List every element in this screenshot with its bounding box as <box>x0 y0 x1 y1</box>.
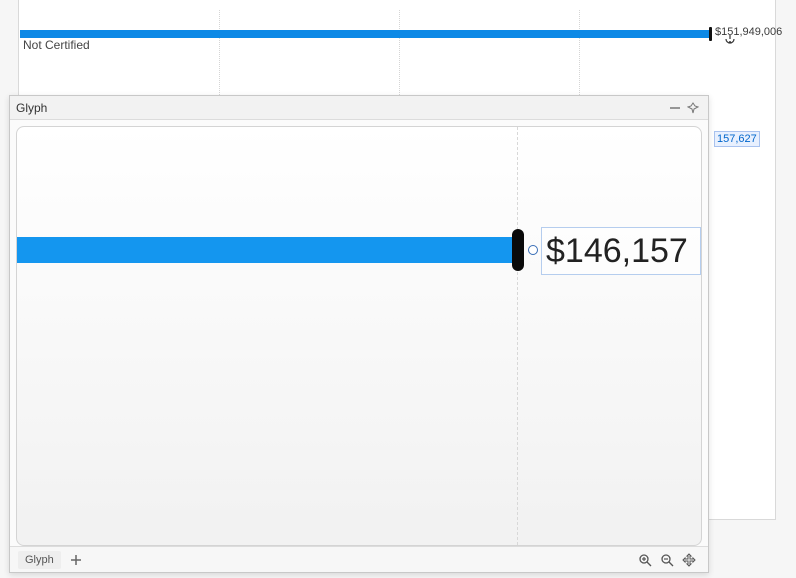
bar-row-not-certified: $151,949,006 <box>20 24 774 44</box>
zoom-in-icon[interactable] <box>634 550 656 570</box>
bar-value-label: $151,949,006 <box>715 26 782 38</box>
bar-category-label: Not Certified <box>23 38 90 52</box>
add-layer-button[interactable] <box>65 550 87 570</box>
glyph-footer: Glyph <box>10 546 708 572</box>
glyph-bar-end-symbol[interactable] <box>512 229 524 271</box>
zoom-out-icon[interactable] <box>656 550 678 570</box>
pan-icon[interactable] <box>678 550 700 570</box>
canvas-gridline <box>517 127 518 545</box>
bar-end-marker <box>709 27 712 41</box>
glyph-editor-window: Glyph $146,157 Glyph <box>9 95 709 573</box>
glyph-bar-mark[interactable] <box>17 237 517 263</box>
glyph-anchor-handle[interactable] <box>528 245 538 255</box>
minimize-button[interactable] <box>666 99 684 117</box>
glyph-title: Glyph <box>16 101 47 115</box>
glyph-layer-tab[interactable]: Glyph <box>18 551 61 569</box>
glyph-value-text: $146,157 <box>546 232 688 271</box>
glyph-titlebar[interactable]: Glyph <box>10 96 708 120</box>
bar-not-certified[interactable] <box>20 30 710 38</box>
glyph-canvas[interactable]: $146,157 <box>16 126 702 546</box>
hidden-value-peek: 157,627 <box>715 132 759 146</box>
pin-icon[interactable] <box>684 99 702 117</box>
glyph-value-textbox[interactable]: $146,157 <box>541 227 701 275</box>
